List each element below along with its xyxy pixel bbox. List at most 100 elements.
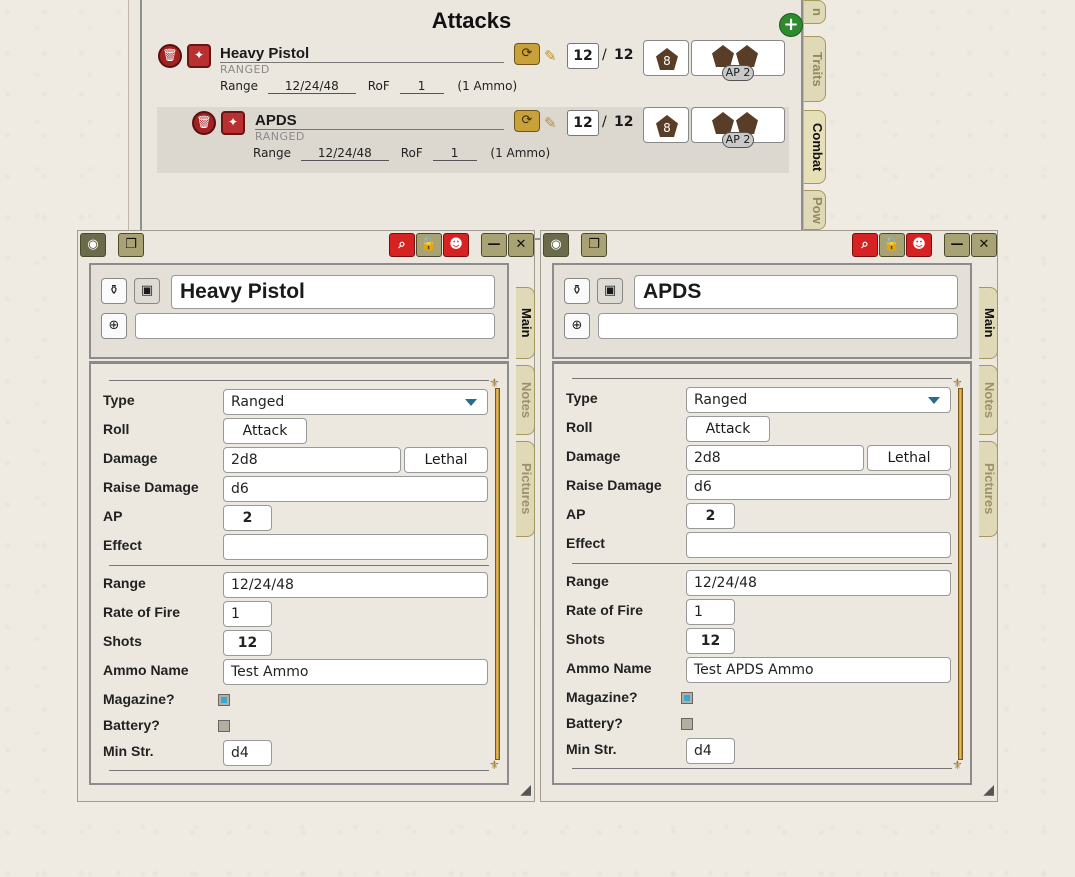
raise-damage-field[interactable]: d6 bbox=[223, 476, 488, 502]
roll-attack-button[interactable]: Attack bbox=[686, 416, 770, 442]
type-dropdown[interactable]: Ranged bbox=[686, 387, 951, 413]
pencil-icon[interactable]: ✎ bbox=[544, 47, 562, 65]
identify-icon[interactable]: ⊕ bbox=[101, 313, 127, 339]
record-name-field[interactable]: Heavy Pistol bbox=[171, 275, 495, 309]
rate-of-fire-field[interactable]: 1 bbox=[223, 601, 272, 627]
tab-pictures[interactable]: Pictures bbox=[979, 441, 998, 537]
damage-field[interactable]: 2d8 bbox=[686, 445, 864, 471]
tab-combat[interactable]: Combat bbox=[804, 110, 826, 184]
rof-value[interactable]: 1 bbox=[399, 79, 444, 94]
share-icon[interactable]: ◉ bbox=[543, 233, 569, 257]
type-value: Ranged bbox=[231, 394, 285, 410]
tab-traits[interactable]: Traits bbox=[804, 36, 826, 102]
min-str-field[interactable]: d4 bbox=[686, 738, 735, 764]
damage-die-icon bbox=[712, 112, 734, 134]
ammo-name-field[interactable]: Test Ammo bbox=[223, 659, 488, 685]
attack-action-icon[interactable]: ✦ bbox=[221, 111, 245, 135]
record-subtitle-field[interactable] bbox=[135, 313, 495, 339]
range-value[interactable]: 12/24/48 bbox=[267, 79, 356, 94]
item-icon[interactable]: ⚱ bbox=[101, 278, 127, 304]
tab-pictures[interactable]: Pictures bbox=[516, 441, 535, 537]
ap-field[interactable]: 2 bbox=[223, 505, 272, 531]
attack-name[interactable]: Heavy Pistol bbox=[220, 44, 504, 63]
record-name-field[interactable]: APDS bbox=[634, 275, 958, 309]
shots-field[interactable]: 12 bbox=[223, 630, 272, 656]
delete-icon[interactable]: 🗑 bbox=[158, 44, 182, 68]
scrollbar[interactable]: ⚜ ⚜ bbox=[489, 377, 505, 771]
copy-icon[interactable]: ❐ bbox=[118, 233, 144, 257]
item-icon[interactable]: ⚱ bbox=[564, 278, 590, 304]
players-icon[interactable]: ☻ bbox=[906, 233, 932, 257]
rate-of-fire-field[interactable]: 1 bbox=[686, 599, 735, 625]
magazine-checkbox[interactable] bbox=[681, 692, 693, 704]
min-str-field[interactable]: d4 bbox=[223, 740, 272, 766]
damage-field[interactable]: 2d8 bbox=[223, 447, 401, 473]
record-subtitle-field[interactable] bbox=[598, 313, 958, 339]
damage-die-icon bbox=[736, 112, 758, 134]
attack-die-box[interactable]: 8 bbox=[643, 107, 689, 143]
battery-checkbox[interactable] bbox=[681, 718, 693, 730]
tab-main[interactable]: Main bbox=[516, 287, 535, 359]
magazine-label: Magazine? bbox=[566, 689, 638, 705]
magazine-checkbox[interactable] bbox=[218, 694, 230, 706]
damage-type-button[interactable]: Lethal bbox=[867, 445, 951, 471]
effect-label: Effect bbox=[103, 537, 142, 553]
resize-grip-icon[interactable]: ◢ bbox=[515, 782, 531, 798]
range-field[interactable]: 12/24/48 bbox=[686, 570, 951, 596]
players-icon[interactable]: ☻ bbox=[443, 233, 469, 257]
attack-die-box[interactable]: 8 bbox=[643, 40, 689, 76]
type-value: Ranged bbox=[694, 392, 748, 408]
lock-icon[interactable]: 🔓 bbox=[879, 233, 905, 257]
search-link-icon[interactable]: ⌕ bbox=[389, 233, 415, 257]
close-icon[interactable]: ✕ bbox=[508, 233, 534, 257]
rof-value[interactable]: 1 bbox=[432, 146, 477, 161]
record-header: ⚱ ▣ APDS ⊕ bbox=[552, 263, 972, 359]
share-icon[interactable]: ◉ bbox=[80, 233, 106, 257]
tab-main[interactable]: Main bbox=[979, 287, 998, 359]
effect-field[interactable] bbox=[223, 534, 488, 560]
pencil-icon[interactable]: ✎ bbox=[544, 114, 562, 132]
attack-meta: Range 12/24/48 RoF 1 (1 Ammo) bbox=[220, 79, 517, 94]
tab-n[interactable]: n bbox=[804, 0, 826, 24]
damage-die-box[interactable]: AP 2 bbox=[691, 107, 785, 148]
type-dropdown[interactable]: Ranged bbox=[223, 389, 488, 415]
identify-icon[interactable]: ⊕ bbox=[564, 313, 590, 339]
reload-icon[interactable]: ⟳ bbox=[514, 110, 540, 132]
shots-current[interactable]: 12 bbox=[567, 110, 599, 136]
resize-grip-icon[interactable]: ◢ bbox=[978, 782, 994, 798]
range-field[interactable]: 12/24/48 bbox=[223, 572, 488, 598]
scroll-track[interactable] bbox=[958, 388, 963, 760]
range-value[interactable]: 12/24/48 bbox=[300, 146, 389, 161]
delete-icon[interactable]: 🗑 bbox=[192, 111, 216, 135]
battery-checkbox[interactable] bbox=[218, 720, 230, 732]
damage-die-box[interactable]: AP 2 bbox=[691, 40, 785, 81]
minimize-icon[interactable]: — bbox=[481, 233, 507, 257]
close-icon[interactable]: ✕ bbox=[971, 233, 997, 257]
scroll-track[interactable] bbox=[495, 388, 500, 760]
tab-notes[interactable]: Notes bbox=[516, 365, 535, 435]
reload-icon[interactable]: ⟳ bbox=[514, 43, 540, 65]
ammo-name-label: Ammo Name bbox=[566, 660, 652, 676]
scroll-cap-bottom: ⚜ bbox=[952, 758, 963, 772]
attack-name[interactable]: APDS bbox=[255, 111, 504, 130]
tab-powers[interactable]: Pow bbox=[804, 190, 826, 230]
record-main-body: Type Ranged Roll Attack Damage 2d8 Letha… bbox=[552, 361, 972, 785]
minimize-icon[interactable]: — bbox=[944, 233, 970, 257]
effect-field[interactable] bbox=[686, 532, 951, 558]
roll-attack-button[interactable]: Attack bbox=[223, 418, 307, 444]
picture-icon[interactable]: ▣ bbox=[134, 278, 160, 304]
raise-damage-field[interactable]: d6 bbox=[686, 474, 951, 500]
shots-current[interactable]: 12 bbox=[567, 43, 599, 69]
search-link-icon[interactable]: ⌕ bbox=[852, 233, 878, 257]
attack-action-icon[interactable]: ✦ bbox=[187, 44, 211, 68]
copy-icon[interactable]: ❐ bbox=[581, 233, 607, 257]
ap-field[interactable]: 2 bbox=[686, 503, 735, 529]
lock-icon[interactable]: 🔓 bbox=[416, 233, 442, 257]
picture-icon[interactable]: ▣ bbox=[597, 278, 623, 304]
tab-notes[interactable]: Notes bbox=[979, 365, 998, 435]
scrollbar[interactable]: ⚜ ⚜ bbox=[952, 377, 968, 772]
add-attack-button[interactable]: + bbox=[779, 13, 803, 37]
damage-type-button[interactable]: Lethal bbox=[404, 447, 488, 473]
ammo-name-field[interactable]: Test APDS Ammo bbox=[686, 657, 951, 683]
shots-field[interactable]: 12 bbox=[686, 628, 735, 654]
